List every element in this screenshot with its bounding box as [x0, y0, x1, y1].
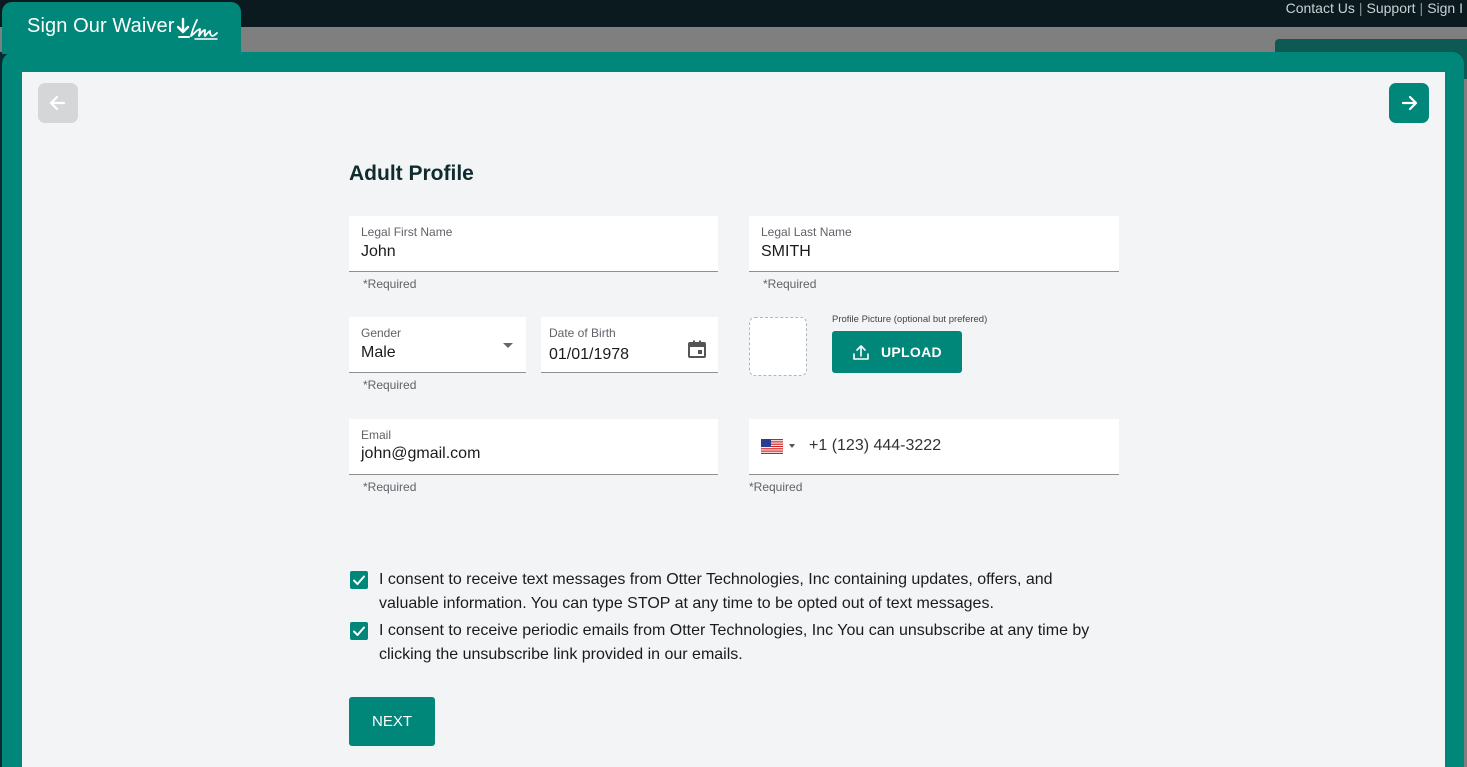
last-name-label: Legal Last Name	[761, 225, 852, 239]
sms-consent-text: I consent to receive text messages from …	[379, 571, 1053, 612]
first-name-helper: *Required	[363, 277, 417, 291]
previous-button[interactable]	[38, 83, 78, 123]
first-name-label: Legal First Name	[361, 225, 453, 239]
tab-label: Sign Our Waiver	[27, 15, 175, 37]
last-name-field[interactable]: Legal Last Name SMITH	[749, 216, 1119, 272]
country-dropdown-arrow-icon[interactable]	[789, 444, 795, 448]
last-name-helper: *Required	[763, 277, 817, 291]
date-of-birth-field[interactable]: Date of Birth 01/01/1978	[541, 317, 718, 373]
phone-helper: *Required	[749, 480, 803, 494]
first-name-value: John	[361, 243, 396, 260]
upload-label: UPLOAD	[881, 344, 942, 360]
waiver-tab[interactable]: Sign Our Waiver	[2, 2, 241, 54]
form-panel: Adult Profile Legal First Name John *Req…	[22, 72, 1445, 767]
profile-picture-label: Profile Picture (optional but prefered)	[832, 314, 988, 325]
arrow-right-icon	[1401, 95, 1418, 111]
next-arrow-button[interactable]	[1389, 83, 1429, 123]
email-helper: *Required	[363, 480, 417, 494]
separator: |	[1358, 0, 1363, 16]
sms-consent: I consent to receive text messages from …	[349, 568, 1089, 616]
next-button[interactable]: NEXT	[349, 697, 435, 746]
phone-field[interactable]: +1 (123) 444-3222	[749, 419, 1119, 475]
contact-us-link[interactable]: Contact Us	[1286, 0, 1355, 16]
phone-value: +1 (123) 444-3222	[809, 437, 942, 454]
dob-label: Date of Birth	[549, 326, 616, 340]
email-field[interactable]: Email john@gmail.com	[349, 419, 718, 475]
us-flag-icon[interactable]	[761, 439, 783, 454]
signature-icon	[177, 17, 218, 40]
support-link[interactable]: Support	[1367, 0, 1416, 16]
page-title: Adult Profile	[349, 162, 474, 185]
upload-button[interactable]: UPLOAD	[832, 331, 962, 373]
gender-select[interactable]: Gender Male	[349, 317, 526, 373]
sign-in-link[interactable]: Sign I	[1427, 0, 1463, 16]
separator: |	[1419, 0, 1424, 16]
upload-icon	[853, 345, 869, 360]
calendar-icon[interactable]	[687, 339, 707, 359]
profile-picture-preview	[749, 317, 807, 376]
top-links: Contact Us | Support | Sign I	[1286, 0, 1463, 17]
email-consent: I consent to receive periodic emails fro…	[349, 619, 1089, 667]
checkmark-icon	[353, 626, 365, 636]
gender-value: Male	[361, 344, 396, 361]
email-value: john@gmail.com	[361, 445, 481, 462]
arrow-left-icon	[49, 95, 66, 111]
gender-label: Gender	[361, 326, 402, 340]
last-name-value: SMITH	[761, 243, 811, 260]
email-label: Email	[361, 428, 392, 442]
email-consent-checkbox[interactable]	[350, 622, 368, 640]
dropdown-arrow-icon	[503, 343, 513, 348]
email-consent-text: I consent to receive periodic emails fro…	[379, 622, 1090, 663]
sms-consent-checkbox[interactable]	[350, 571, 368, 589]
first-name-field[interactable]: Legal First Name John	[349, 216, 718, 272]
gender-helper: *Required	[363, 378, 417, 392]
dob-value: 01/01/1978	[549, 346, 630, 363]
checkmark-icon	[353, 575, 365, 585]
